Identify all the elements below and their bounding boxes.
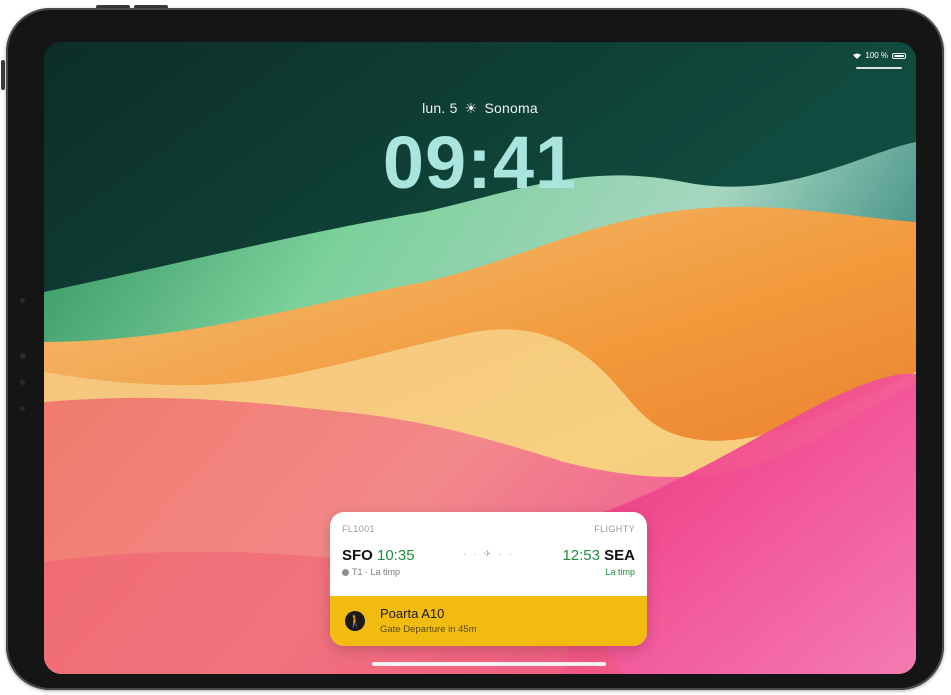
app-name: FLIGHTY	[594, 524, 635, 534]
home-indicator[interactable]	[372, 662, 606, 666]
arrival-time: 12:53	[562, 547, 600, 564]
sensor-dot	[20, 406, 25, 411]
side-button[interactable]	[1, 60, 5, 90]
camera-dot	[20, 298, 25, 303]
departure-block: SFO 10:35	[342, 547, 415, 564]
arrival-status: La timp	[605, 567, 635, 577]
plane-icon: · · ✈ · ·	[463, 549, 514, 560]
lock-date[interactable]: lun. 5 ☀ Sonoma	[44, 100, 916, 117]
origin-terminal: T1 · La timp	[342, 567, 400, 577]
ipad-device: 100 % lun. 5 ☀ Sonoma 09:41 FL1001 FLIGH…	[6, 8, 944, 690]
battery-percent: 100 %	[865, 51, 888, 60]
sensor-dot	[20, 380, 25, 385]
location-label: Sonoma	[484, 100, 538, 116]
origin-code: SFO	[342, 547, 373, 564]
wifi-icon	[853, 53, 862, 59]
flight-number: FL1001	[342, 524, 375, 534]
gate-departure-label: Gate Departure in 45m	[380, 624, 477, 635]
status-bar: 100 %	[853, 51, 906, 60]
walking-icon: 🚶	[345, 611, 365, 631]
flight-widget[interactable]: FL1001 FLIGHTY SFO 10:35 · · ✈ · · 12:53…	[330, 512, 647, 646]
battery-icon	[892, 52, 906, 59]
sensor-dot	[20, 353, 26, 359]
lock-clock[interactable]: 09:41	[44, 120, 916, 205]
arrival-block: 12:53 SEA	[562, 547, 635, 564]
departure-time: 10:35	[377, 547, 415, 564]
control-center-indicator[interactable]	[856, 67, 902, 69]
destination-code: SEA	[604, 547, 635, 564]
day-label: lun. 5	[422, 100, 458, 116]
terminal-icon	[342, 569, 349, 576]
gate-banner: 🚶 Poarta A10 Gate Departure in 45m	[330, 596, 647, 646]
sun-icon: ☀	[464, 100, 478, 116]
lock-screen[interactable]: 100 % lun. 5 ☀ Sonoma 09:41 FL1001 FLIGH…	[44, 42, 916, 674]
gate-label: Poarta A10	[380, 606, 445, 621]
